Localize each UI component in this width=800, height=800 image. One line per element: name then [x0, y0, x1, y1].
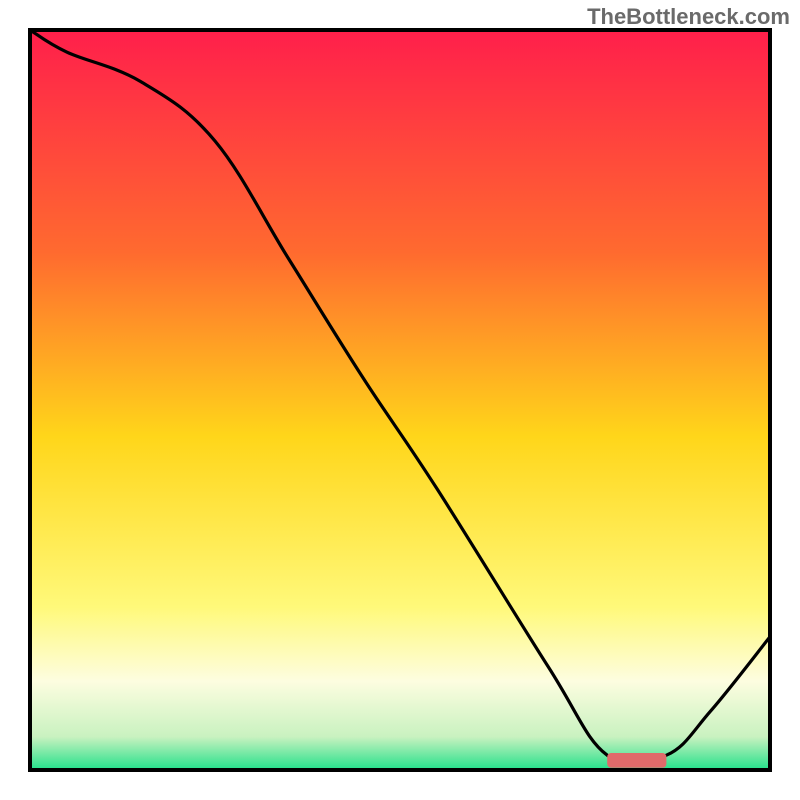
- bottleneck-chart: [0, 0, 800, 800]
- watermark-text: TheBottleneck.com: [587, 4, 790, 30]
- chart-container: { "watermark": "TheBottleneck.com", "cha…: [0, 0, 800, 800]
- plot-background: [30, 30, 770, 770]
- optimal-range-marker: [607, 753, 666, 768]
